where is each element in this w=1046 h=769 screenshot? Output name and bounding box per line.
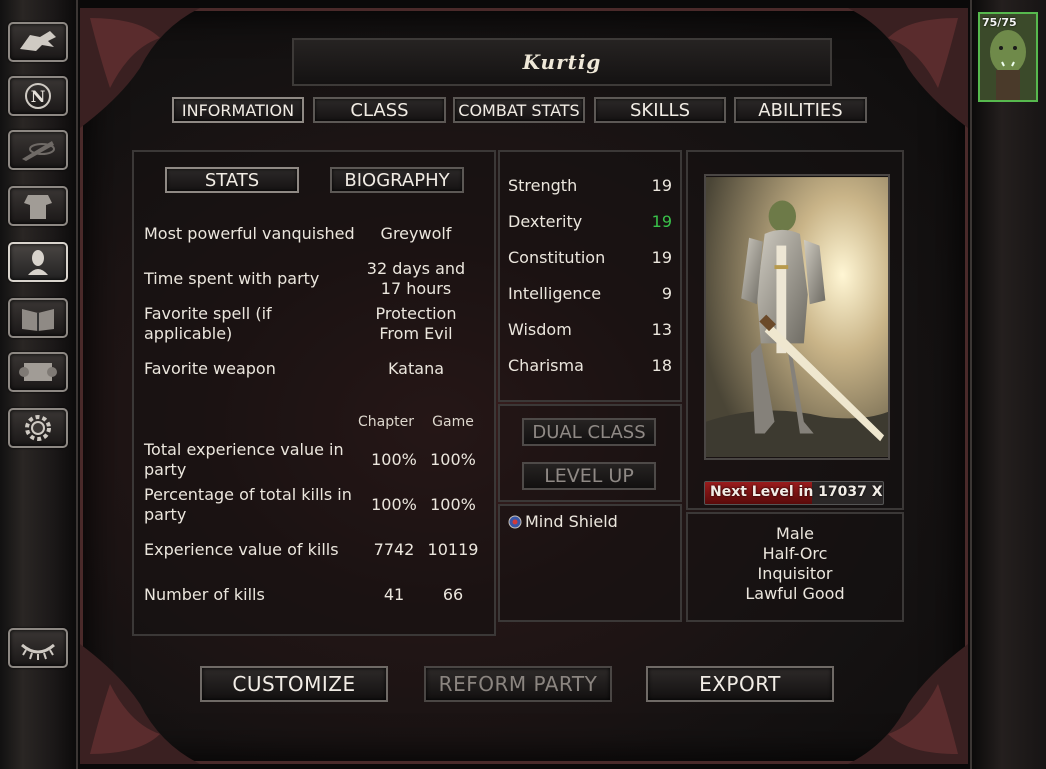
quill-icon <box>22 141 55 161</box>
customize-button[interactable]: CUSTOMIZE <box>200 666 388 702</box>
scroll-icon <box>19 363 57 381</box>
info-label: Most powerful vanquished <box>144 224 355 243</box>
info-value: 32 days and 17 hours <box>366 259 466 298</box>
kills-game-value: 100% <box>430 450 476 469</box>
tab-skills[interactable]: SKILLS <box>594 97 726 123</box>
kills-label: Number of kills <box>144 585 265 604</box>
attribute-value: 9 <box>661 284 672 303</box>
inventory-button[interactable] <box>8 186 68 226</box>
tab-information[interactable]: INFORMATION <box>172 97 304 123</box>
identity-list: Male Half-Orc Inquisitor Lawful Good <box>686 524 904 604</box>
kills-game-value: 100% <box>430 495 476 514</box>
xp-label: Next Level in 17037 XP <box>710 484 884 500</box>
info-value: Katana <box>387 359 445 378</box>
attribute-row[interactable]: Wisdom 13 <box>508 320 672 356</box>
armor-icon <box>24 195 52 219</box>
info-value: Protection From Evil <box>375 304 457 343</box>
dual-class-button[interactable]: DUAL CLASS <box>522 418 656 446</box>
identity-race: Half-Orc <box>762 544 828 563</box>
attribute-name: Intelligence <box>508 284 602 303</box>
effect-item[interactable]: Mind Shield <box>508 512 618 531</box>
dragon-ornament <box>80 644 200 764</box>
character-portrait <box>704 174 890 460</box>
attribute-row[interactable]: Intelligence 9 <box>508 284 672 320</box>
identity-gender: Male <box>776 524 814 543</box>
export-button[interactable]: EXPORT <box>646 666 834 702</box>
attribute-name: Constitution <box>508 248 606 267</box>
attribute-name: Wisdom <box>508 320 572 339</box>
info-value: Greywolf <box>380 224 452 243</box>
attribute-name: Strength <box>508 176 578 195</box>
world-map-button[interactable] <box>8 22 68 62</box>
tab-abilities[interactable]: ABILITIES <box>734 97 867 123</box>
priest-scroll-button[interactable] <box>8 352 68 392</box>
kills-chapter-value: 7742 <box>373 540 415 559</box>
title-bar: Kurtig <box>292 38 832 86</box>
area-map-button[interactable]: N <box>8 76 68 116</box>
dragon-ornament <box>848 644 968 764</box>
eye-closed-icon <box>21 643 55 660</box>
game-header: Game <box>432 414 474 430</box>
hp-readout: 75/75 <box>982 16 1017 29</box>
attribute-name: Dexterity <box>508 212 583 231</box>
rest-button[interactable] <box>8 628 68 668</box>
subtab-biography[interactable]: BIOGRAPHY <box>330 167 464 193</box>
info-panel <box>132 150 496 636</box>
journal-button[interactable] <box>8 130 68 170</box>
kills-label: Total experience value in party <box>144 440 344 479</box>
kills-label: Percentage of total kills in party <box>144 485 352 524</box>
svg-text:N: N <box>31 87 46 106</box>
effect-name: Mind Shield <box>525 512 618 531</box>
kills-label: Experience value of kills <box>144 540 339 559</box>
compass-icon: N <box>25 83 51 109</box>
mind-shield-icon <box>508 515 522 528</box>
subtab-stats[interactable]: STATS <box>165 167 299 193</box>
dragon-head-icon <box>20 31 56 51</box>
armored-orc-portrait-image <box>706 177 888 457</box>
kills-chapter-value: 100% <box>371 495 417 514</box>
level-up-button[interactable]: LEVEL UP <box>522 462 656 490</box>
attribute-name: Charisma <box>508 356 584 375</box>
kills-chapter-value: 41 <box>383 585 405 604</box>
kills-game-value: 10119 <box>427 540 479 559</box>
info-label: Favorite weapon <box>144 359 276 378</box>
kills-game-value: 66 <box>442 585 464 604</box>
mage-book-button[interactable] <box>8 298 68 338</box>
spellbook-icon <box>22 309 54 331</box>
attribute-row[interactable]: Constitution 19 <box>508 248 672 284</box>
info-label: Favorite spell (if applicable) <box>144 304 272 343</box>
right-rail <box>970 0 1046 769</box>
tab-class[interactable]: CLASS <box>313 97 446 123</box>
character-name: Kurtig <box>522 50 602 74</box>
reform-party-button[interactable]: REFORM PARTY <box>424 666 612 702</box>
attribute-row[interactable]: Charisma 18 <box>508 356 672 392</box>
attribute-value: 19 <box>651 176 672 195</box>
kills-chapter-value: 100% <box>371 450 417 469</box>
character-head-icon <box>28 250 48 275</box>
chapter-header: Chapter <box>358 414 414 430</box>
party-portrait[interactable]: 75/75 <box>978 12 1038 102</box>
attributes-list: Strength 19 Dexterity 19 Constitution 19 Intel… <box>508 176 672 392</box>
attribute-row[interactable]: Dexterity 19 <box>508 212 672 248</box>
attribute-value: 19 <box>651 212 672 231</box>
gear-icon <box>25 415 51 441</box>
identity-class: Inquisitor <box>757 564 833 583</box>
options-button[interactable] <box>8 408 68 448</box>
attribute-value: 19 <box>651 248 672 267</box>
attribute-value: 18 <box>651 356 672 375</box>
attribute-value: 13 <box>651 320 672 339</box>
record-button[interactable] <box>8 242 68 282</box>
attribute-row[interactable]: Strength 19 <box>508 176 672 212</box>
tab-combat-stats[interactable]: COMBAT STATS <box>453 97 585 123</box>
identity-alignment: Lawful Good <box>745 584 845 603</box>
info-label: Time spent with party <box>144 269 320 288</box>
xp-bar: Next Level in 17037 XP <box>704 481 884 505</box>
